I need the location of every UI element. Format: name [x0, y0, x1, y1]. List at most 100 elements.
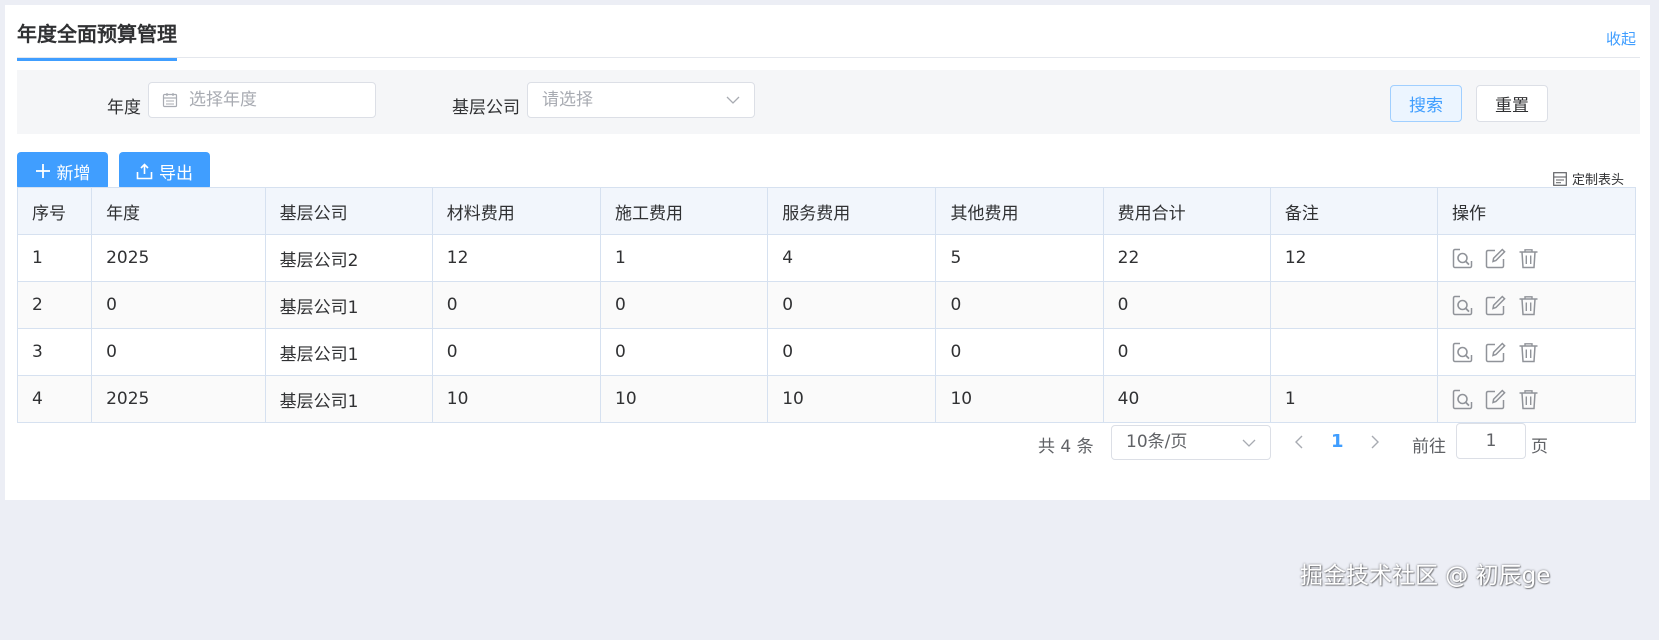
cell-year: 2025 — [91, 375, 266, 423]
edit-icon[interactable] — [1485, 294, 1506, 316]
cell-actions — [1437, 375, 1636, 423]
view-icon[interactable] — [1452, 295, 1473, 316]
table-row: 1 2025 基层公司2 12 1 4 5 22 12 — [17, 234, 1636, 282]
prev-page-icon[interactable] — [1293, 434, 1305, 450]
cell-service-cost: 10 — [767, 375, 937, 423]
plus-icon — [35, 164, 50, 178]
col-header-year: 年度 — [91, 187, 266, 235]
delete-icon[interactable] — [1518, 389, 1539, 410]
main-panel: 年度全面预算管理 收起 年度 选择年度 基层公司 请选择 搜索 重置 新增 导出… — [5, 5, 1650, 500]
reset-button[interactable]: 重置 — [1476, 85, 1548, 122]
next-page-icon[interactable] — [1369, 434, 1381, 450]
view-icon[interactable] — [1452, 248, 1473, 269]
page-suffix: 页 — [1531, 437, 1548, 457]
goto-label: 前往 — [1412, 437, 1446, 457]
edit-icon[interactable] — [1485, 388, 1506, 410]
add-button[interactable]: 新增 — [17, 152, 108, 190]
cell-construction-cost: 0 — [600, 281, 769, 329]
col-header-other-cost: 其他费用 — [935, 187, 1104, 235]
cell-year: 0 — [91, 328, 266, 376]
chevron-down-icon — [1242, 439, 1256, 447]
export-button-label: 导出 — [159, 163, 193, 184]
goto-page-input[interactable]: 1 — [1456, 423, 1526, 459]
col-header-service-cost: 服务费用 — [767, 187, 937, 235]
cell-company: 基层公司1 — [265, 281, 433, 329]
cell-actions — [1437, 328, 1636, 376]
year-placeholder: 选择年度 — [189, 90, 257, 110]
cell-service-cost: 4 — [767, 234, 937, 282]
row-actions — [1452, 294, 1635, 316]
table-row: 4 2025 基层公司1 10 10 10 10 40 1 — [17, 375, 1636, 423]
cell-other-cost: 0 — [935, 328, 1104, 376]
table-row: 2 0 基层公司1 0 0 0 0 0 — [17, 281, 1636, 329]
cell-other-cost: 0 — [935, 281, 1104, 329]
cell-material-cost: 0 — [432, 328, 602, 376]
cell-index: 3 — [17, 328, 93, 376]
view-icon[interactable] — [1452, 389, 1473, 410]
cell-material-cost: 12 — [432, 234, 602, 282]
delete-icon[interactable] — [1518, 342, 1539, 363]
cell-construction-cost: 1 — [600, 234, 769, 282]
cell-remark: 1 — [1270, 375, 1439, 423]
cell-remark — [1270, 281, 1439, 329]
year-label: 年度 — [107, 98, 141, 118]
cell-company: 基层公司2 — [265, 234, 433, 282]
cell-construction-cost: 0 — [600, 328, 769, 376]
col-header-actions: 操作 — [1437, 187, 1636, 235]
company-placeholder: 请选择 — [542, 90, 593, 110]
cell-remark — [1270, 328, 1439, 376]
row-actions — [1452, 388, 1635, 410]
cell-other-cost: 10 — [935, 375, 1104, 423]
upload-icon — [136, 162, 153, 179]
page-number-1[interactable]: 1 — [1331, 431, 1344, 452]
table-row: 3 0 基层公司1 0 0 0 0 0 — [17, 328, 1636, 376]
company-label: 基层公司 — [452, 98, 520, 118]
cell-total-cost: 22 — [1103, 234, 1271, 282]
col-header-remark: 备注 — [1270, 187, 1439, 235]
col-header-total-cost: 费用合计 — [1103, 187, 1271, 235]
chevron-down-icon — [726, 96, 740, 104]
year-picker[interactable]: 选择年度 — [148, 82, 376, 118]
filter-bar: 年度 选择年度 基层公司 请选择 搜索 重置 — [17, 70, 1640, 134]
cell-service-cost: 0 — [767, 281, 937, 329]
col-header-index: 序号 — [17, 187, 93, 235]
cell-total-cost: 0 — [1103, 328, 1271, 376]
title-bar: 年度全面预算管理 收起 — [17, 5, 1640, 61]
cell-total-cost: 40 — [1103, 375, 1271, 423]
cell-year: 0 — [91, 281, 266, 329]
page-title: 年度全面预算管理 — [17, 18, 177, 61]
page-size-select[interactable]: 10条/页 — [1111, 425, 1271, 460]
cell-company: 基层公司1 — [265, 328, 433, 376]
cell-index: 4 — [17, 375, 93, 423]
add-button-label: 新增 — [56, 163, 91, 184]
pagination-total: 共 4 条 — [1038, 437, 1094, 457]
cell-company: 基层公司1 — [265, 375, 433, 423]
cell-index: 2 — [17, 281, 93, 329]
delete-icon[interactable] — [1518, 295, 1539, 316]
col-header-construction-cost: 施工费用 — [600, 187, 769, 235]
view-icon[interactable] — [1452, 342, 1473, 363]
cell-total-cost: 0 — [1103, 281, 1271, 329]
search-button[interactable]: 搜索 — [1390, 85, 1462, 122]
custom-header-label: 定制表头 — [1572, 173, 1625, 188]
cell-construction-cost: 10 — [600, 375, 769, 423]
cell-other-cost: 5 — [935, 234, 1104, 282]
calendar-icon — [162, 93, 178, 108]
row-actions — [1452, 247, 1635, 269]
export-button[interactable]: 导出 — [119, 152, 210, 190]
custom-header-button[interactable]: 定制表头 — [1553, 169, 1624, 188]
col-header-company: 基层公司 — [265, 187, 433, 235]
delete-icon[interactable] — [1518, 248, 1539, 269]
company-select[interactable]: 请选择 — [527, 82, 755, 118]
watermark: 掘金技术社区 @ 初辰ge — [1300, 563, 1551, 589]
edit-icon[interactable] — [1485, 341, 1506, 363]
cell-actions — [1437, 281, 1636, 329]
col-header-material-cost: 材料费用 — [432, 187, 602, 235]
cell-actions — [1437, 234, 1636, 282]
table-settings-icon — [1553, 171, 1567, 186]
collapse-link[interactable]: 收起 — [1606, 28, 1636, 49]
edit-icon[interactable] — [1485, 247, 1506, 269]
page-size-value: 10条/页 — [1126, 432, 1188, 452]
cell-index: 1 — [17, 234, 93, 282]
cell-year: 2025 — [91, 234, 266, 282]
